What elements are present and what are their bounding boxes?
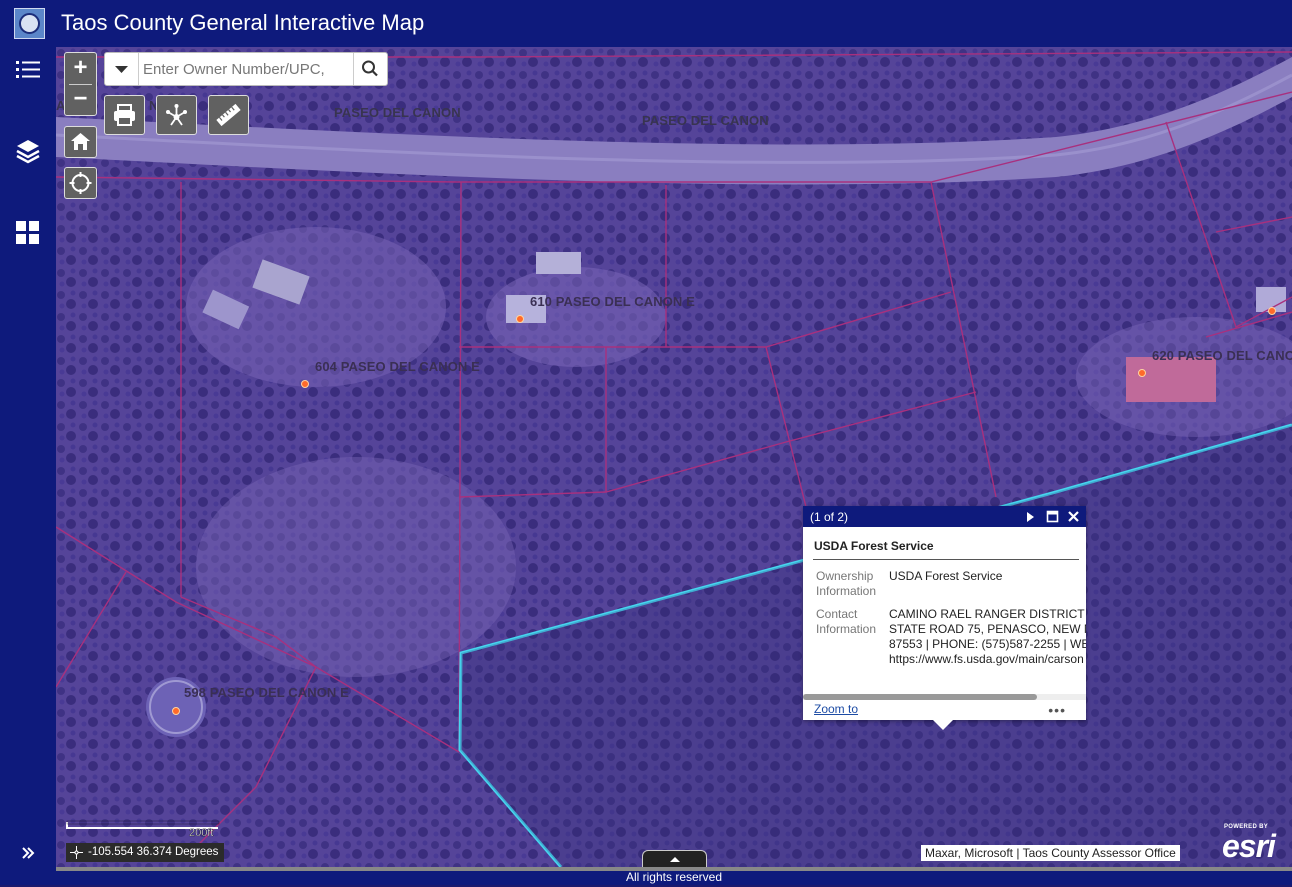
app-header: Taos County General Interactive Map [0,0,1292,47]
popup-title: USDA Forest Service [814,539,934,553]
app-title: Taos County General Interactive Map [61,10,425,35]
chevron-up-icon [670,857,680,862]
parcel-label: 610 PASEO DEL CANON E [530,294,695,309]
popup-divider [813,559,1079,560]
locate-button[interactable] [64,167,97,199]
esri-logo[interactable]: POWERED BY esri [1220,824,1286,864]
popup-scrollbar[interactable] [803,694,1086,700]
road-label: PASEO DEL CANON [334,105,461,120]
scrollbar-thumb[interactable] [803,694,1037,700]
popup-pointer [933,720,953,730]
feature-popup: (1 of 2) USDA Forest Service Ownership I… [803,506,1086,730]
popup-feature-count: (1 of 2) [810,510,849,524]
basemap-gallery-icon[interactable] [12,217,44,249]
zoom-out-button[interactable]: − [65,85,96,115]
map-imagery [56,47,1292,867]
legend-list-icon[interactable] [12,57,44,89]
road-label: PASEO DEL CANON [642,113,769,128]
measure-button[interactable] [208,95,249,135]
search-input[interactable] [143,58,353,80]
locate-icon [69,172,92,194]
share-icon [166,104,187,126]
owner-search [104,52,388,86]
field-value: https://www.fs.usda.gov/main/carson [889,652,1084,666]
coordinate-text: -105.554 36.374 Degrees [88,846,219,858]
popup-content[interactable]: Ownership Information USDA Forest Servic… [803,566,1086,686]
left-sidebar [0,47,56,885]
zoom-in-button[interactable]: + [65,53,96,84]
search-source-dropdown[interactable] [105,53,139,85]
search-button[interactable] [353,53,387,85]
maximize-icon[interactable] [1046,510,1059,523]
scale-label: 200ft [189,827,213,839]
field-label: Contact [816,607,858,621]
field-label: Ownership [816,569,874,583]
ruler-icon [216,103,241,127]
map-attribution: Maxar, Microsoft | Taos County Assessor … [921,845,1180,861]
app-footer: All rights reserved [56,867,1292,885]
bottom-panel-toggle[interactable] [642,850,707,868]
next-feature-icon[interactable] [1024,511,1036,523]
close-icon[interactable] [1067,510,1080,523]
esri-wordmark: esri [1222,828,1276,864]
field-value: USDA Forest Service [889,569,1003,583]
expand-chevrons-icon[interactable] [12,843,44,863]
parcel-label: 598 PASEO DEL CANON E [184,685,349,700]
field-value: STATE ROAD 75, PENASCO, NEW MEXICO [889,622,1086,636]
parcel-label: 620 PASEO DEL CANON E [1152,348,1292,363]
printer-icon [114,104,135,126]
zoom-control: + − [64,52,97,116]
field-label: Information [816,622,877,636]
coordinate-readout[interactable]: -105.554 36.374 Degrees [66,843,225,862]
scale-bar: 200ft [66,820,220,839]
print-button[interactable] [104,95,145,135]
popup-header: (1 of 2) [803,506,1086,527]
field-label: Information [816,584,877,598]
map-view[interactable]: AS N PASEO DEL CANON PASEO DEL CANON 610… [56,47,1292,867]
layers-icon[interactable] [12,136,44,168]
more-actions-button[interactable]: ••• [1048,702,1066,718]
chevron-down-icon [115,66,128,73]
home-button[interactable] [64,126,97,158]
zoom-to-link[interactable]: Zoom to [814,702,858,716]
crosshair-icon [70,846,83,859]
home-icon [71,133,90,150]
search-icon [362,60,378,77]
footer-text: All rights reserved [625,870,723,884]
share-button[interactable] [156,95,197,135]
field-value: CAMINO RAEL RANGER DISTRICT [889,607,1085,621]
parcel-label: 604 PASEO DEL CANON E [315,359,480,374]
field-value: 87553 | PHONE: (575)587-2255 | WEBSITE: [889,637,1086,651]
county-seal-logo [14,8,45,39]
